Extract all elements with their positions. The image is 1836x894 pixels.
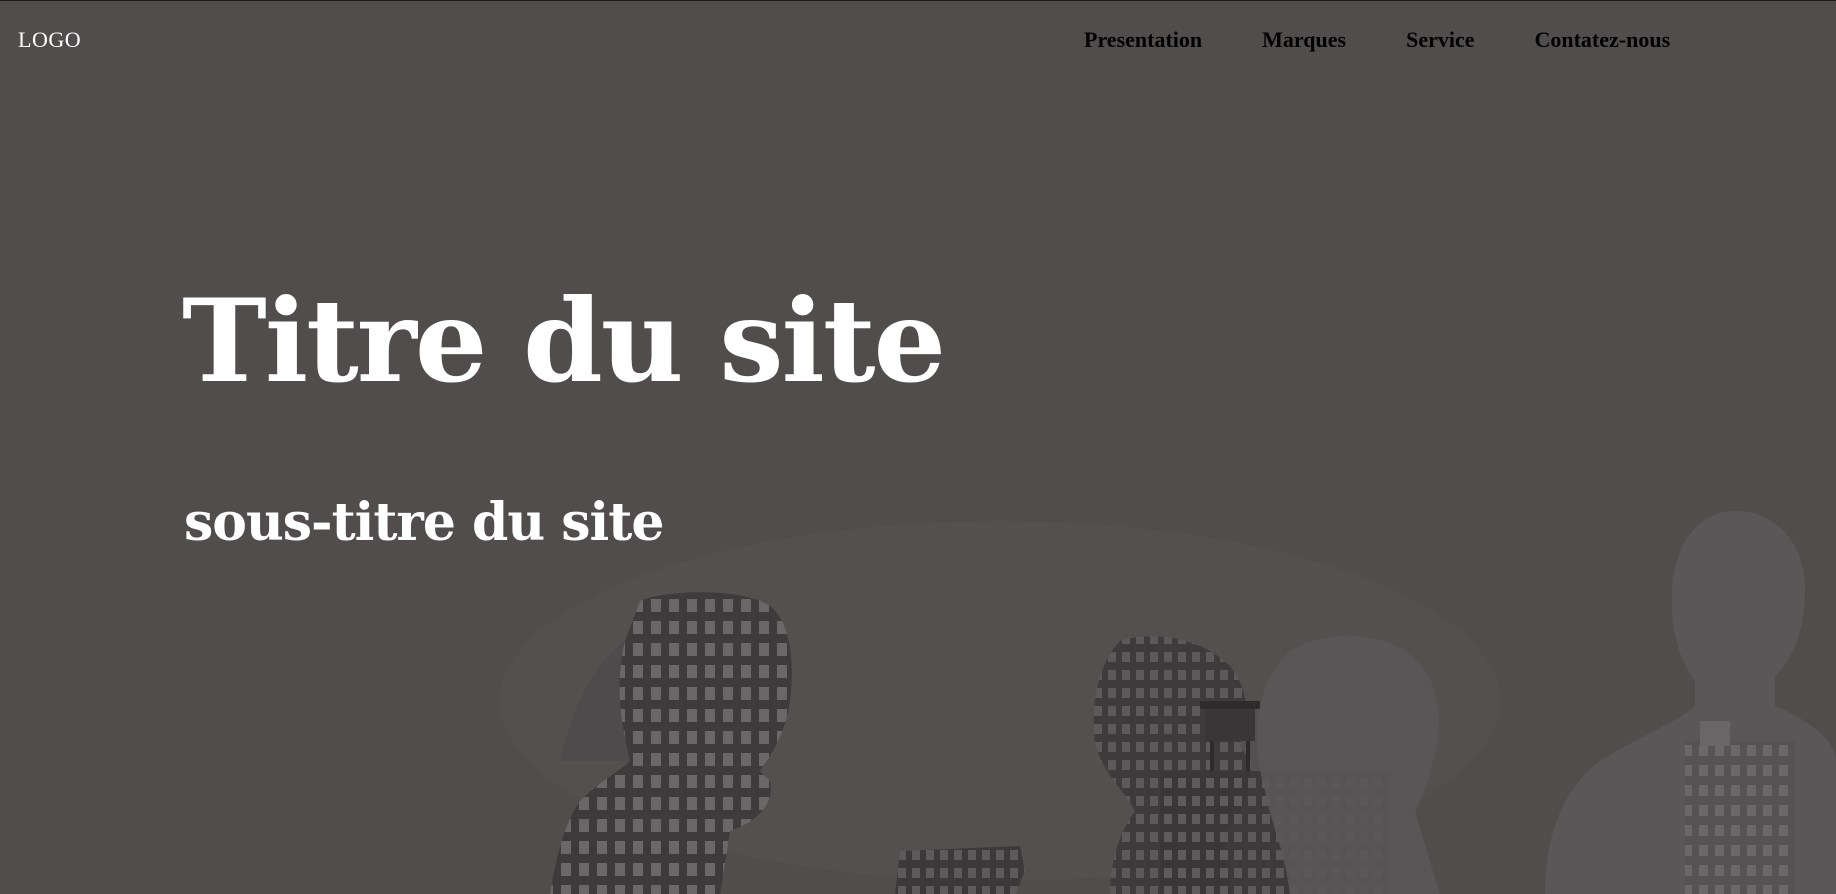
site-subtitle: sous-titre du site (184, 492, 664, 553)
logo[interactable]: LOGO (18, 27, 81, 53)
background-image (500, 511, 1836, 894)
hero-section: LOGO Presentation Marques Service Contat… (0, 0, 1836, 894)
nav-item-service[interactable]: Service (1406, 27, 1474, 53)
main-nav: Presentation Marques Service Contatez-no… (1084, 27, 1670, 53)
nav-item-marques[interactable]: Marques (1262, 27, 1346, 53)
nav-item-contact[interactable]: Contatez-nous (1534, 27, 1670, 53)
nav-item-presentation[interactable]: Presentation (1084, 27, 1202, 53)
site-title: Titre du site (182, 274, 946, 408)
